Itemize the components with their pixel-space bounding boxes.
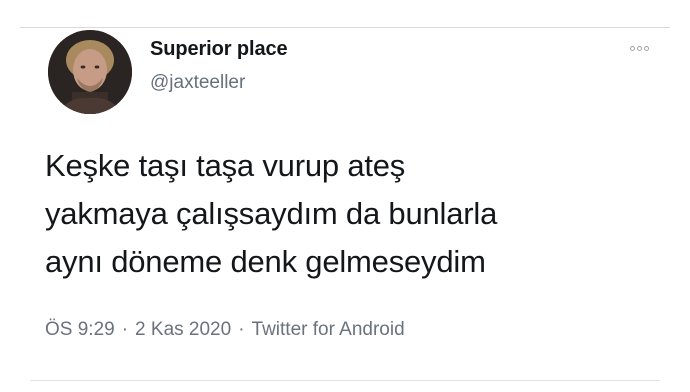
tweet-text-line: yakmaya çalışsaydım da bunlarla	[45, 196, 498, 231]
tweet-meta: ÖS 9:29 · 2 Kas 2020 · Twitter for Andro…	[45, 319, 405, 341]
tweet-text-line: Keşke taşı taşa vurup ateş	[45, 148, 406, 183]
tweet-text-line: aynı döneme denk gelmeseydim	[45, 244, 486, 279]
dot-icon	[643, 45, 649, 51]
tweet-card: Superior place @jaxteeller Keşke taşı ta…	[0, 28, 690, 392]
dot-icon	[629, 45, 635, 51]
profile-avatar[interactable]	[48, 30, 132, 114]
user-handle[interactable]: @jaxteeller	[150, 72, 245, 94]
tweet-date[interactable]: 2 Kas 2020	[135, 319, 231, 341]
meta-separator: ·	[121, 319, 129, 340]
tweet-time[interactable]: ÖS 9:29	[45, 319, 115, 341]
dot-icon	[636, 45, 642, 51]
avatar-image	[48, 30, 132, 114]
display-name[interactable]: Superior place	[150, 38, 288, 61]
meta-separator: ·	[238, 319, 245, 340]
tweet-text: Keşke taşı taşa vurup ateş yakmaya çalış…	[45, 142, 665, 286]
tweet-source[interactable]: Twitter for Android	[252, 319, 405, 341]
more-options-icon[interactable]	[626, 42, 652, 54]
bottom-divider	[30, 380, 660, 381]
